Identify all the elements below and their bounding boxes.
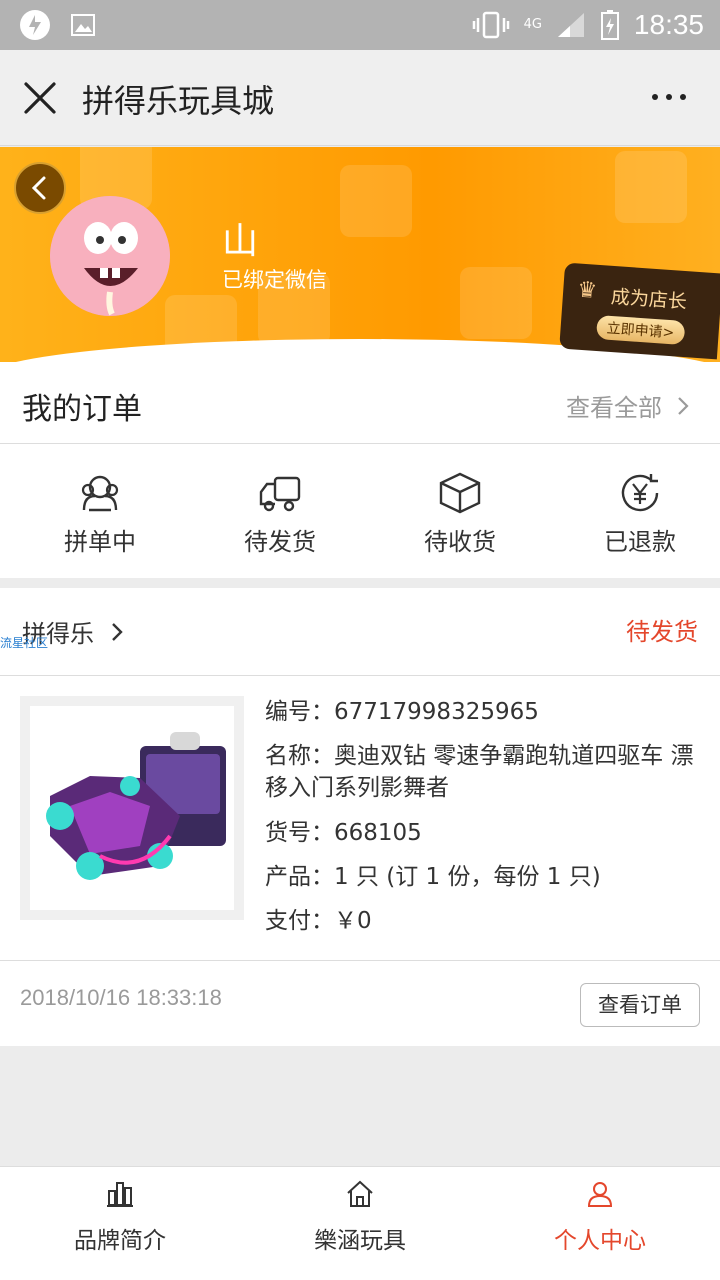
back-button[interactable] <box>14 162 66 214</box>
my-orders-section: 我的订单 查看全部 拼单中 待发货 待收货 已退款 <box>0 362 720 578</box>
apply-now-button[interactable]: 立即申请> <box>595 314 686 346</box>
tab-brand-intro[interactable]: 品牌简介 <box>0 1167 240 1280</box>
crown-icon: ♛ <box>576 277 598 304</box>
close-icon[interactable] <box>22 80 58 116</box>
user-icon <box>587 1182 613 1207</box>
title-bar: 拼得乐玩具城 <box>0 50 720 146</box>
bar-chart-icon <box>107 1182 133 1207</box>
puzzle-pattern <box>340 165 412 237</box>
toy-car-image <box>46 732 226 880</box>
become-manager-badge[interactable]: ♛ 成为店长 立即申请> <box>559 262 720 360</box>
order-time: 2018/10/16 18:33:18 <box>20 985 222 1010</box>
group-icon <box>81 475 119 512</box>
vibrate-icon <box>472 11 509 39</box>
order-status: 待发货 <box>626 618 698 646</box>
my-orders-header: 我的订单 查看全部 <box>0 362 720 444</box>
order-shop-row[interactable]: 拼得乐 流星社区 待发货 <box>0 588 720 676</box>
order-footer: 2018/10/16 18:33:18 查看订单 <box>0 960 720 1046</box>
page-title: 拼得乐玩具城 <box>82 82 275 120</box>
network-type: 4G <box>523 17 542 32</box>
order-status-row: 拼单中 待发货 待收货 已退款 <box>0 462 720 557</box>
product-quantity: 产品：1 只 (订 1 份，每份 1 只) <box>265 863 601 890</box>
refund-icon <box>621 474 659 512</box>
avatar-image <box>50 196 170 316</box>
status-label: 待收货 <box>424 528 496 556</box>
image-icon <box>71 14 95 36</box>
order-card: 拼得乐 流星社区 待发货 编号：67717998325965 名称：奥迪双钻 零… <box>0 588 720 1046</box>
view-order-button[interactable]: 查看订单 <box>580 983 700 1027</box>
battery-icon <box>600 10 619 40</box>
puzzle-pattern <box>615 151 687 223</box>
chevron-left-icon <box>31 176 46 200</box>
bottom-navigation: 品牌简介 樂涵玩具 个人中心 <box>0 1166 720 1280</box>
app-notification-icon <box>20 10 50 40</box>
status-label: 已退款 <box>604 528 676 556</box>
clock: 18:35 <box>633 9 704 40</box>
status-label: 拼单中 <box>64 528 136 556</box>
status-to-ship[interactable]: 待发货 <box>200 462 360 557</box>
chevron-right-icon <box>678 396 689 415</box>
watermark-text: 流星社区 <box>0 636 49 650</box>
badge-title: 成为店长 <box>610 285 688 314</box>
payment-amount: 支付：￥0 <box>265 907 372 934</box>
chevron-right-icon <box>112 622 123 641</box>
signal-icon <box>557 13 584 37</box>
tab-label: 个人中心 <box>554 1228 646 1254</box>
view-all-label: 查看全部 <box>566 394 662 422</box>
puzzle-pattern <box>460 267 532 339</box>
home-icon <box>347 1180 373 1207</box>
box-icon <box>439 472 481 514</box>
my-orders-title: 我的订单 <box>22 392 142 427</box>
order-number: 编号：67717998325965 <box>265 699 539 725</box>
tab-toys-home[interactable]: 樂涵玩具 <box>240 1167 480 1280</box>
avatar[interactable] <box>50 196 170 316</box>
status-refunded[interactable]: 已退款 <box>560 462 720 557</box>
tab-personal-center[interactable]: 个人中心 <box>480 1167 720 1280</box>
wechat-bound-label: 已绑定微信 <box>222 268 327 292</box>
product-name: 名称：奥迪双钻 零速争霸跑轨道四驱车 漂移入门系列影舞者 <box>265 743 694 802</box>
product-image <box>30 706 234 910</box>
order-info: 编号：67717998325965 名称：奥迪双钻 零速争霸跑轨道四驱车 漂移入… <box>265 696 705 949</box>
tab-label: 品牌简介 <box>74 1228 166 1254</box>
tab-label: 樂涵玩具 <box>314 1228 406 1254</box>
status-to-receive[interactable]: 待收货 <box>380 462 540 557</box>
status-bar: 4G 18:35 <box>0 0 720 50</box>
truck-icon <box>259 476 301 512</box>
view-all-orders-link[interactable]: 查看全部 <box>566 388 690 423</box>
item-number: 货号：668105 <box>265 819 422 846</box>
product-thumbnail[interactable] <box>20 696 244 920</box>
user-name: 山 <box>222 221 259 262</box>
status-grouping[interactable]: 拼单中 <box>20 462 180 557</box>
more-menu-icon[interactable] <box>652 94 686 100</box>
status-label: 待发货 <box>244 528 316 556</box>
